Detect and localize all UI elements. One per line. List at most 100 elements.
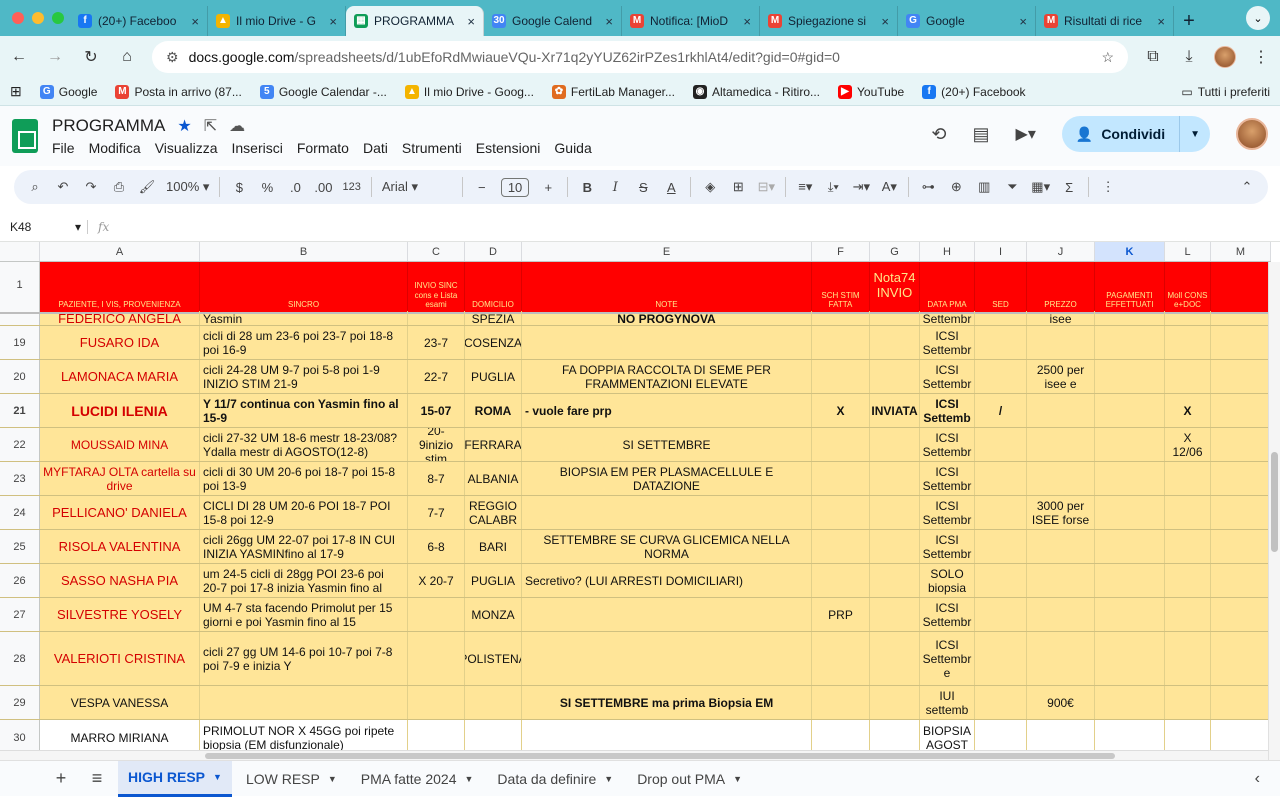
cell[interactable] <box>1211 530 1271 563</box>
bookmark-item[interactable]: M Posta in arrivo (87... <box>115 84 242 99</box>
download-icon[interactable]: ⤓ <box>1178 48 1200 66</box>
cell[interactable] <box>975 311 1027 325</box>
cell[interactable]: IUI settemb <box>920 686 975 719</box>
cell[interactable] <box>870 496 920 529</box>
cell[interactable]: ICSI Settembr <box>920 326 975 359</box>
cell[interactable]: VALERIOTI CRISTINA <box>40 632 200 685</box>
row-number[interactable]: 24 <box>0 496 40 529</box>
sheet-tab[interactable]: Drop out PMA ▼ <box>627 761 752 797</box>
close-icon[interactable]: × <box>191 14 199 29</box>
header-cell[interactable]: SCH STIM FATTA <box>812 262 870 312</box>
browser-tab[interactable]: G Google × <box>898 6 1036 36</box>
menu-item-inserisci[interactable]: Inserisci <box>231 140 282 156</box>
column-header[interactable]: F <box>812 242 870 261</box>
text-wrapping-icon[interactable]: ⇥▾ <box>852 179 870 195</box>
cell[interactable] <box>1095 326 1165 359</box>
horizontal-scroll-thumb[interactable] <box>205 753 1115 759</box>
cell[interactable] <box>870 632 920 685</box>
cell[interactable] <box>870 564 920 597</box>
menu-item-estensioni[interactable]: Estensioni <box>476 140 541 156</box>
url-field[interactable]: ⚙ docs.google.com/spreadsheets/d/1ubEfoR… <box>152 41 1128 73</box>
cell[interactable] <box>1165 598 1211 631</box>
cell[interactable] <box>1095 496 1165 529</box>
cell[interactable]: SETTEMBRE SE CURVA GLICEMICA NELLA NORMA <box>522 530 812 563</box>
cell[interactable] <box>1211 598 1271 631</box>
cell[interactable]: cicli 24-28 UM 9-7 poi 5-8 poi 1-9 INIZI… <box>200 360 408 393</box>
new-tab-button[interactable]: + <box>1174 6 1204 36</box>
cell[interactable]: isee <box>1027 311 1095 325</box>
cell[interactable] <box>1027 326 1095 359</box>
close-icon[interactable]: × <box>1019 14 1027 29</box>
insert-comment-icon[interactable]: ⊕ <box>947 179 965 195</box>
cell[interactable] <box>1027 530 1095 563</box>
cell[interactable]: BARI <box>465 530 522 563</box>
cell[interactable]: REGGIO CALABR <box>465 496 522 529</box>
sheets-logo-icon[interactable] <box>12 119 38 153</box>
cell[interactable] <box>1211 311 1271 325</box>
menu-item-guida[interactable]: Guida <box>554 140 591 156</box>
column-header[interactable]: L <box>1165 242 1211 261</box>
cell[interactable]: 22-7 <box>408 360 465 393</box>
cell[interactable] <box>1165 496 1211 529</box>
browser-menu-icon[interactable]: ⋮ <box>1250 47 1272 67</box>
cell[interactable]: ICSI Settembr <box>920 462 975 495</box>
cell[interactable] <box>1211 686 1271 719</box>
column-header[interactable]: J <box>1027 242 1095 261</box>
menu-item-strumenti[interactable]: Strumenti <box>402 140 462 156</box>
cell[interactable]: 8-7 <box>408 462 465 495</box>
forward-icon[interactable]: → <box>44 48 66 66</box>
cell[interactable]: X <box>812 394 870 427</box>
font-size-input[interactable]: 10 <box>500 177 530 197</box>
header-cell[interactable]: NOTE <box>522 262 812 312</box>
browser-tab[interactable]: M Risultati di rice × <box>1036 6 1174 36</box>
cell[interactable]: RISOLA VALENTINA <box>40 530 200 563</box>
vertical-align-icon[interactable]: ⤓▾ <box>824 179 842 195</box>
insert-link-icon[interactable]: ⊶ <box>919 179 937 195</box>
cell[interactable] <box>408 686 465 719</box>
cell[interactable] <box>812 428 870 461</box>
column-header[interactable]: G <box>870 242 920 261</box>
cell[interactable] <box>1211 326 1271 359</box>
percent-format-button[interactable]: % <box>258 180 276 195</box>
cell[interactable]: LAMONACA MARIA <box>40 360 200 393</box>
cell[interactable] <box>1211 394 1271 427</box>
move-folder-icon[interactable]: ⇱ <box>204 116 217 136</box>
cell[interactable] <box>1095 632 1165 685</box>
increase-font-size-icon[interactable]: + <box>539 180 557 195</box>
font-family-select[interactable]: Arial ▾ <box>382 179 452 195</box>
cell[interactable] <box>522 598 812 631</box>
cell[interactable] <box>975 564 1027 597</box>
cell[interactable] <box>870 462 920 495</box>
cell[interactable]: Y 11/7 continua con Yasmin fino al 15-9 <box>200 394 408 427</box>
collapse-menus-icon[interactable]: ⌃ <box>1238 179 1256 195</box>
cell[interactable]: Yasmin <box>200 311 408 325</box>
bookmark-item[interactable]: 5 Google Calendar -... <box>259 84 387 99</box>
cell[interactable] <box>975 360 1027 393</box>
cell[interactable]: UM 4-7 sta facendo Primolut per 15 giorn… <box>200 598 408 631</box>
cell[interactable]: cicli di 30 UM 20-6 poi 18-7 poi 15-8 po… <box>200 462 408 495</box>
menu-item-visualizza[interactable]: Visualizza <box>155 140 218 156</box>
insert-chart-icon[interactable]: ▥ <box>975 179 993 195</box>
cell[interactable] <box>408 311 465 325</box>
bold-icon[interactable]: B <box>578 180 596 195</box>
cell[interactable] <box>1165 360 1211 393</box>
document-title[interactable]: PROGRAMMA <box>52 116 165 136</box>
header-cell[interactable]: SED <box>975 262 1027 312</box>
vertical-scrollbar[interactable] <box>1268 262 1280 760</box>
cell[interactable]: FA DOPPIA RACCOLTA DI SEME PER FRAMMENTA… <box>522 360 812 393</box>
cell[interactable]: X 12/06 <box>1165 428 1211 461</box>
cell[interactable]: X <box>1165 394 1211 427</box>
column-header[interactable]: C <box>408 242 465 261</box>
italic-icon[interactable]: I <box>606 180 624 195</box>
apps-grid-icon[interactable]: ⊞ <box>10 83 22 100</box>
strikethrough-icon[interactable]: S <box>634 180 652 195</box>
vertical-scroll-thumb[interactable] <box>1271 452 1278 552</box>
cell[interactable]: INVIATA <box>870 394 920 427</box>
cell[interactable] <box>975 462 1027 495</box>
sheet-tab[interactable]: HIGH RESP ▼ <box>118 760 232 797</box>
browser-tab[interactable]: f (20+) Faceboo × <box>70 6 208 36</box>
cell[interactable]: PUGLIA <box>465 360 522 393</box>
number-format-button[interactable]: 123 <box>342 181 360 193</box>
decrease-font-size-icon[interactable]: − <box>473 180 491 195</box>
cell[interactable] <box>975 496 1027 529</box>
